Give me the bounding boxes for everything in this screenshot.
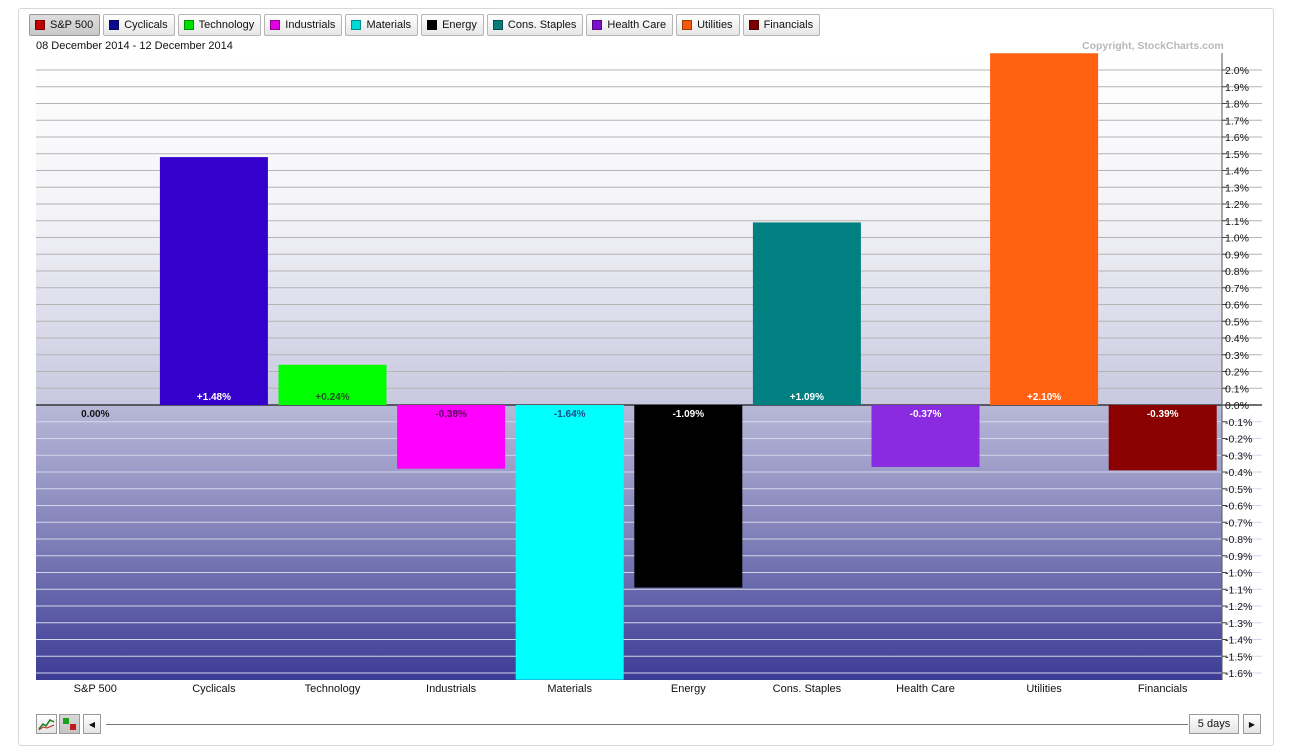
y-tick-label: -1.4% [1225,635,1252,647]
y-tick-label: 0.4% [1225,333,1249,345]
y-tick-label: -0.4% [1225,467,1252,479]
bar-chart-icon[interactable] [59,714,80,734]
bar [990,53,1099,405]
y-tick-label: 0.0% [1225,400,1249,412]
y-tick-label: -0.1% [1225,417,1252,429]
y-tick-label: 0.8% [1225,266,1249,278]
chart-controls: ◀ 5 days ▶ [36,714,1266,738]
y-tick-label: 1.4% [1225,166,1249,178]
y-tick-label: 0.6% [1225,300,1249,312]
y-tick-label: -0.5% [1225,484,1252,496]
y-tick-label: -1.0% [1225,568,1252,580]
y-tick-label: 1.8% [1225,99,1249,111]
y-tick-label: 0.3% [1225,350,1249,362]
x-tick-label: Materials [547,683,592,695]
sector-performance-chart: 2.0% 1.9% 1.8% 1.7% 1.6% 1.5% 1.4% 1.3% 1.2% 1.1%… [36,53,1262,695]
y-tick-label: -0.6% [1225,501,1252,513]
data-label: -0.38% [435,409,467,420]
y-tick-label: 1.3% [1225,182,1249,194]
bar [634,405,743,588]
bar [515,405,624,680]
x-tick-label: Cyclicals [192,683,236,695]
y-tick-label: -0.9% [1225,551,1252,563]
y-tick-label: 0.5% [1225,316,1249,328]
bar [159,157,268,405]
y-tick-label: -1.1% [1225,584,1252,596]
y-tick-label: -1.6% [1225,668,1252,680]
data-label: +0.24% [315,392,349,403]
y-tick-label: -0.2% [1225,434,1252,446]
data-label: +1.09% [790,392,824,403]
y-tick-label: 1.6% [1225,132,1249,144]
y-tick-label: -0.7% [1225,517,1252,529]
bar [752,222,861,405]
data-label: +1.48% [197,392,231,403]
y-tick-label: 0.2% [1225,367,1249,379]
scroll-left-button[interactable]: ◀ [83,714,101,734]
data-label: -0.39% [1147,409,1179,420]
y-tick-label: 1.9% [1225,82,1249,94]
y-tick-label: 1.2% [1225,199,1249,211]
y-tick-label: 0.1% [1225,383,1249,395]
data-label: -0.37% [910,409,942,420]
data-label: 0.00% [81,409,109,420]
y-tick-label: 1.1% [1225,216,1249,228]
y-tick-label: -1.3% [1225,618,1252,630]
line-chart-icon[interactable] [36,714,57,734]
y-tick-label: 1.7% [1225,115,1249,127]
y-tick-label: 1.0% [1225,233,1249,245]
y-tick-label: -1.5% [1225,651,1252,663]
y-tick-label: 2.0% [1225,65,1249,77]
x-tick-label: Financials [1138,683,1188,695]
chevron-left-icon: ◀ [88,719,96,729]
y-tick-label: -0.8% [1225,534,1252,546]
time-scrollbar[interactable] [106,724,1188,725]
period-selector[interactable]: 5 days [1189,714,1239,734]
scroll-right-button[interactable]: ▶ [1243,714,1261,734]
x-tick-label: Health Care [896,683,955,695]
x-tick-label: Energy [671,683,706,695]
x-tick-label: S&P 500 [74,683,117,695]
data-label: -1.64% [554,409,586,420]
chevron-right-icon: ▶ [1248,719,1256,729]
x-tick-label: Industrials [426,683,477,695]
y-tick-label: -0.3% [1225,450,1252,462]
x-tick-label: Utilities [1026,683,1062,695]
y-tick-label: 0.9% [1225,249,1249,261]
data-label: -1.09% [672,409,704,420]
data-label: +2.10% [1027,392,1061,403]
y-tick-label: 1.5% [1225,149,1249,161]
x-tick-label: Cons. Staples [773,683,842,695]
period-label: 5 days [1197,718,1231,730]
x-tick-label: Technology [305,683,361,695]
y-tick-label: -1.2% [1225,601,1252,613]
y-tick-label: 0.7% [1225,283,1249,295]
plot-area-negative [36,405,1222,680]
